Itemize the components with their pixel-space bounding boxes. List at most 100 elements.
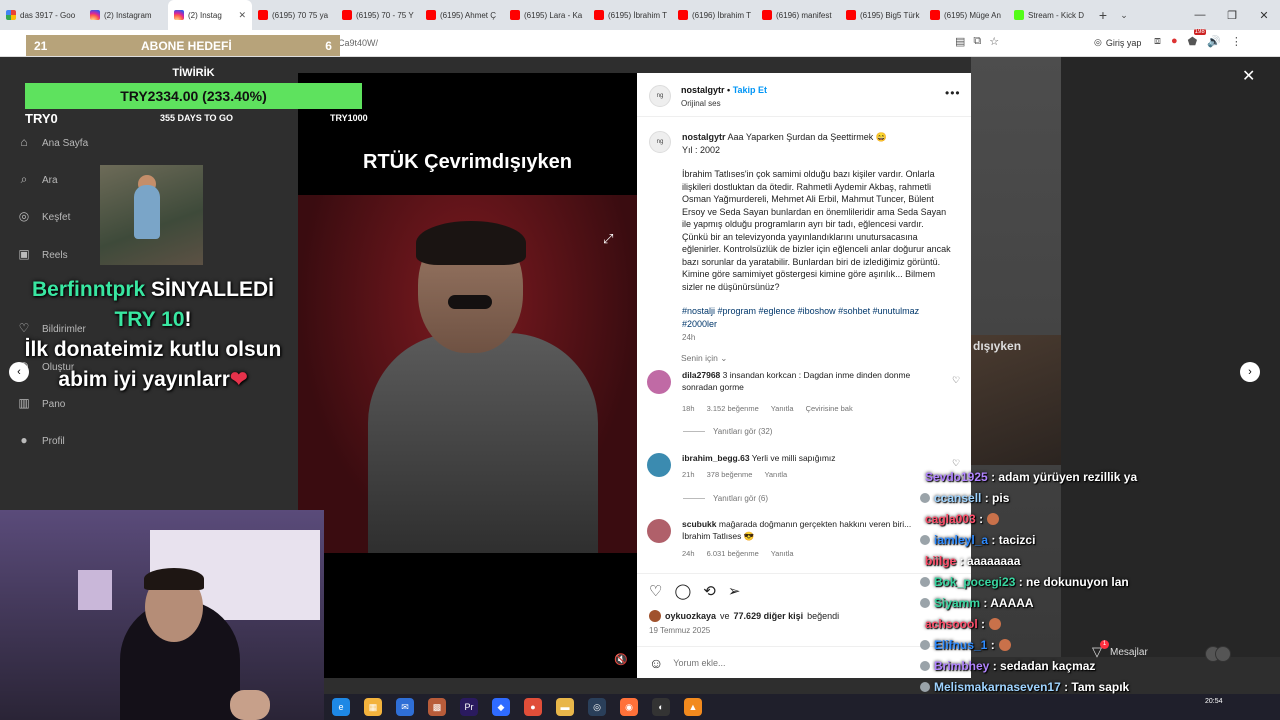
close-icon[interactable]: ✕ [1242, 66, 1255, 86]
reply-button[interactable]: Yanıtla [771, 549, 794, 558]
comment-username[interactable]: dila27968 [682, 370, 720, 380]
alert-action: SİNYALLEDİ [151, 278, 274, 301]
comment-likes[interactable]: 3.152 beğenme [707, 404, 759, 413]
close-tab-icon[interactable]: ✕ [238, 10, 246, 21]
nav-item[interactable]: ◎ Keşfet [16, 209, 71, 225]
browser-tab[interactable]: (6195) 70 - 75 Y [336, 0, 420, 30]
pip-icon[interactable]: ⧉ [973, 35, 981, 48]
shield-icon[interactable]: ⬟ 198 [1188, 29, 1206, 48]
nav-item[interactable]: ⌂ Ana Sayfa [16, 135, 88, 151]
browser-tab[interactable]: (6195) İbrahim T [588, 0, 672, 30]
reply-button[interactable]: Yanıtla [764, 470, 787, 479]
repost-icon[interactable]: ⟲ [703, 582, 716, 600]
liker-avatar[interactable] [649, 610, 661, 622]
taskbar-clock[interactable]: 20:54 [1205, 697, 1223, 706]
browser-tab[interactable]: (2) Instagram [84, 0, 168, 30]
reel-video[interactable]: RTÜK Çevrimdışıyken ⤢ 🔇 [298, 73, 637, 678]
store-icon[interactable]: ▦ [364, 698, 382, 716]
extensions-icon[interactable]: ⧈ [1154, 35, 1161, 48]
webcam-poster [78, 570, 112, 610]
liked-count[interactable]: 77.629 diğer kişi [734, 611, 804, 621]
more-options-icon[interactable]: ••• [945, 86, 961, 100]
mute-icon[interactable]: 🔇 [614, 653, 628, 666]
bookmark-star-icon[interactable]: ☆ [989, 35, 999, 48]
profile-icon: ● [20, 433, 28, 447]
commenter-avatar[interactable] [647, 370, 671, 394]
adblock-icon[interactable]: ● [1171, 35, 1178, 48]
post-author[interactable]: nostalgytr • Takip Et [681, 85, 767, 95]
comment-likes[interactable]: 6.031 beğenme [707, 549, 759, 558]
chat-text: : ne dokunuyon lan [1018, 575, 1129, 589]
obs-icon[interactable]: ◐ [652, 698, 670, 716]
browser-tab[interactable]: (2) Instag ✕ [168, 0, 252, 30]
like-comment-icon[interactable]: ♡ [952, 375, 960, 386]
liker-name[interactable]: oykuozkaya [665, 611, 716, 621]
browser-tab[interactable]: Stream - Kick D [1008, 0, 1092, 30]
browser-tab[interactable]: (6195) Müge An [924, 0, 1008, 30]
author-avatar[interactable]: ng [649, 85, 671, 107]
dropbox-icon[interactable]: ◆ [492, 698, 510, 716]
background-reel-caption: dışıyken [973, 339, 1022, 353]
steam-icon[interactable]: ◎ [588, 698, 606, 716]
minimize-icon[interactable]: — [1184, 9, 1216, 22]
browser-tab[interactable]: (6196) manifest [756, 0, 840, 30]
emoji-icon[interactable]: ☺ [649, 655, 663, 671]
comment-input[interactable] [673, 658, 914, 668]
firefox-icon[interactable]: ◉ [620, 698, 638, 716]
next-post-arrow-icon[interactable]: › [1240, 362, 1260, 382]
url-field[interactable]: Ca9t40W/ [338, 38, 378, 48]
browser-tab[interactable]: (6195) 70 75 ya [252, 0, 336, 30]
expand-icon[interactable]: ⤢ [603, 231, 613, 247]
for-you-label[interactable]: Senin için [681, 353, 718, 363]
premiere-icon[interactable]: Pr [460, 698, 478, 716]
feed-thumbnail[interactable] [100, 165, 203, 265]
folder-icon[interactable]: ▬ [556, 698, 574, 716]
browser-tab[interactable]: (6195) Lara - Ka [504, 0, 588, 30]
for-you-filter[interactable]: Senin için ⌄ [681, 353, 727, 364]
game-icon[interactable]: ▩ [428, 698, 446, 716]
reader-icon[interactable]: ▤ [955, 35, 965, 48]
caption-hashtags[interactable]: #nostalji #program #eglence #iboshow #so… [682, 305, 952, 330]
chat-username: Sevdo1925 [925, 470, 988, 484]
message-avatar[interactable] [1215, 646, 1231, 662]
nav-item[interactable]: ▣ Reels [16, 247, 67, 263]
comment-username[interactable]: ibrahim_begg.63 [682, 453, 750, 463]
edge-icon[interactable]: e [332, 698, 350, 716]
share-icon[interactable]: ➢ [728, 582, 741, 600]
browser-tab[interactable]: (6195) Ahmet Ç [420, 0, 504, 30]
browser-tab[interactable]: das 3917 - Goo [0, 0, 84, 30]
chrome-icon[interactable]: ● [524, 698, 542, 716]
nav-item[interactable]: ▥ Pano [16, 396, 65, 412]
close-window-icon[interactable]: ✕ [1248, 9, 1280, 22]
outlook-icon[interactable]: ✉ [396, 698, 414, 716]
menu-icon[interactable]: ⋮ [1231, 35, 1242, 48]
restore-icon[interactable]: ❐ [1216, 9, 1248, 22]
comment-icon[interactable]: ◯ [674, 582, 691, 600]
like-comment-icon[interactable]: ♡ [952, 458, 960, 469]
vlc-icon[interactable]: ▲ [684, 698, 702, 716]
nav-item[interactable]: ● Profil [16, 433, 64, 449]
post-audio[interactable]: Orijinal ses [681, 99, 721, 108]
commenter-avatar[interactable] [647, 453, 671, 477]
comment-likes[interactable]: 378 beğenme [707, 470, 753, 479]
caption-avatar[interactable]: ng [649, 131, 671, 153]
post-author-name[interactable]: nostalgytr [681, 85, 725, 95]
nav-item[interactable]: ⌕ Ara [16, 172, 58, 188]
view-replies-button[interactable]: Yanıtları gör (6) [683, 494, 768, 503]
browser-tab[interactable]: (6195) Big5 Türk [840, 0, 924, 30]
view-replies-button[interactable]: Yanıtları gör (32) [683, 427, 772, 436]
browser-tab[interactable]: (6196) İbrahim T [672, 0, 756, 30]
messages-button[interactable]: ▽ 1 Mesajlar [1092, 640, 1148, 660]
comment-username[interactable]: scubukk [682, 519, 717, 529]
caption-username[interactable]: nostalgytr [682, 132, 726, 142]
comment-age: 21h [682, 470, 695, 479]
new-tab-icon[interactable]: + [1092, 7, 1114, 23]
translate-button[interactable]: Çevirisine bak [806, 404, 853, 413]
sign-in-button[interactable]: ◎ Giriş yap [1094, 37, 1141, 48]
reply-button[interactable]: Yanıtla [771, 404, 794, 413]
follow-button[interactable]: Takip Et [733, 85, 767, 95]
tab-list-icon[interactable]: ⌄ [1114, 10, 1134, 21]
commenter-avatar[interactable] [647, 519, 671, 543]
volume-icon[interactable]: 🔊 [1207, 35, 1221, 48]
like-icon[interactable]: ♡ [649, 582, 662, 600]
